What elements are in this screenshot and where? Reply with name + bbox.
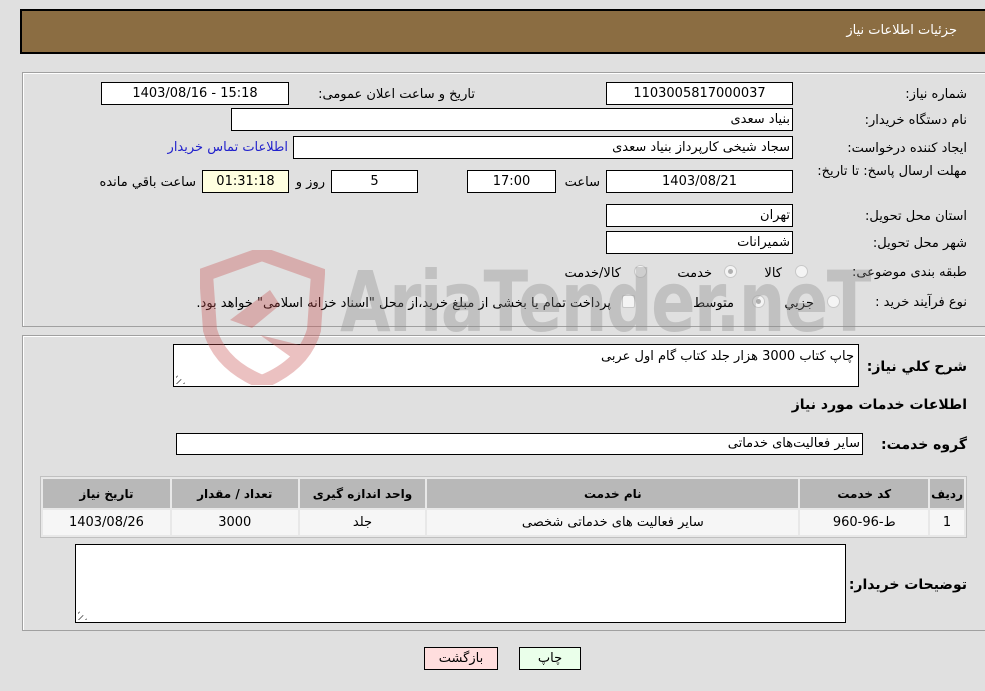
need-number-field: 1103005817000037 xyxy=(606,82,793,105)
category-option-goods-service: کالا/خدمت xyxy=(564,266,621,281)
service-group-label: گروه خدمت: xyxy=(881,437,967,453)
buyer-org-field: بنیاد سعدی xyxy=(231,108,793,131)
city-field: شمیرانات xyxy=(606,231,793,254)
need-number-label: شماره نیاز: xyxy=(905,87,967,102)
buyer-notes-label: توضیحات خریدار: xyxy=(848,577,967,593)
days-label: روز و xyxy=(295,175,325,190)
treasury-note: پرداخت تمام یا بخشی از مبلغ خرید،از محل … xyxy=(196,296,611,311)
services-table-header: ردیف کد خدمت نام خدمت واحد اندازه گیری ت… xyxy=(43,479,964,508)
buyer-notes-textarea[interactable] xyxy=(75,544,846,623)
province-field: تهران xyxy=(606,204,793,227)
deadline-label: مهلت ارسال پاسخ: تا تاریخ: xyxy=(817,164,967,179)
cell-unit: جلد xyxy=(299,510,426,535)
page-header: جزئیات اطلاعات نیاز xyxy=(20,9,985,54)
time-remaining-label: ساعت باقي مانده xyxy=(99,175,196,190)
buyer-org-label: نام دستگاه خریدار: xyxy=(864,113,967,128)
description-text: چاپ کتاب 3000 هزار جلد کتاب گام اول عربی xyxy=(600,349,854,364)
cell-index: 1 xyxy=(930,510,964,535)
deadline-time-label: ساعت xyxy=(564,175,600,190)
services-table: ردیف کد خدمت نام خدمت واحد اندازه گیری ت… xyxy=(40,476,967,538)
category-radio-goods-service[interactable] xyxy=(634,265,647,278)
col-unit: واحد اندازه گیری xyxy=(299,479,426,508)
process-option-minor: جزیي xyxy=(784,296,814,311)
province-label: استان محل تحویل: xyxy=(865,209,967,224)
resize-grip-icon[interactable] xyxy=(176,374,186,384)
category-label: طبقه بندی موضوعی: xyxy=(851,265,967,280)
days-remaining-field: 5 xyxy=(331,170,418,193)
announce-label: تاریخ و ساعت اعلان عمومی: xyxy=(318,87,475,102)
resize-grip-icon[interactable] xyxy=(78,610,88,620)
col-index: ردیف xyxy=(930,479,964,508)
description-label: شرح کلي نیاز: xyxy=(866,359,967,375)
cell-quantity: 3000 xyxy=(171,510,298,535)
process-option-medium: متوسط xyxy=(693,296,734,311)
col-service-name: نام خدمت xyxy=(427,479,799,508)
category-option-service: خدمت xyxy=(677,266,712,281)
city-label: شهر محل تحویل: xyxy=(872,236,967,251)
col-need-date: تاریخ نیاز xyxy=(43,479,170,508)
cell-service-code: ط-96-960 xyxy=(800,510,929,535)
purchase-process-label: نوع فرآیند خرید : xyxy=(875,295,967,310)
buyer-contact-link[interactable]: اطلاعات تماس خریدار xyxy=(168,140,288,155)
col-service-code: کد خدمت xyxy=(800,479,929,508)
page-title: جزئیات اطلاعات نیاز xyxy=(846,23,957,38)
cell-service-name: سایر فعالیت های خدماتی شخصی xyxy=(427,510,799,535)
services-section-title: اطلاعات خدمات مورد نیاز xyxy=(791,397,967,413)
deadline-time-field: 17:00 xyxy=(467,170,556,193)
process-radio-minor[interactable] xyxy=(827,295,840,308)
announce-datetime-field: 1403/08/16 - 15:18 xyxy=(101,82,289,105)
service-group-field: سایر فعالیت‌های خدماتی xyxy=(176,433,863,455)
process-radio-medium[interactable] xyxy=(752,295,765,308)
print-button[interactable]: چاپ xyxy=(519,647,581,670)
back-button[interactable]: بازگشت xyxy=(424,647,498,670)
deadline-date-field: 1403/08/21 xyxy=(606,170,793,193)
table-row: 1 ط-96-960 سایر فعالیت های خدماتی شخصی ج… xyxy=(43,510,964,535)
category-radio-goods[interactable] xyxy=(795,265,808,278)
creator-label: ایجاد کننده درخواست: xyxy=(847,141,967,156)
treasury-checkbox[interactable] xyxy=(622,295,635,308)
description-textarea[interactable]: چاپ کتاب 3000 هزار جلد کتاب گام اول عربی xyxy=(173,344,859,387)
creator-field: سجاد شیخی کارپرداز بنیاد سعدی xyxy=(293,136,793,159)
time-remaining-field: 01:31:18 xyxy=(202,170,289,193)
category-radio-service[interactable] xyxy=(724,265,737,278)
cell-need-date: 1403/08/26 xyxy=(43,510,170,535)
category-option-goods: کالا xyxy=(764,266,782,281)
col-quantity: تعداد / مقدار xyxy=(171,479,298,508)
